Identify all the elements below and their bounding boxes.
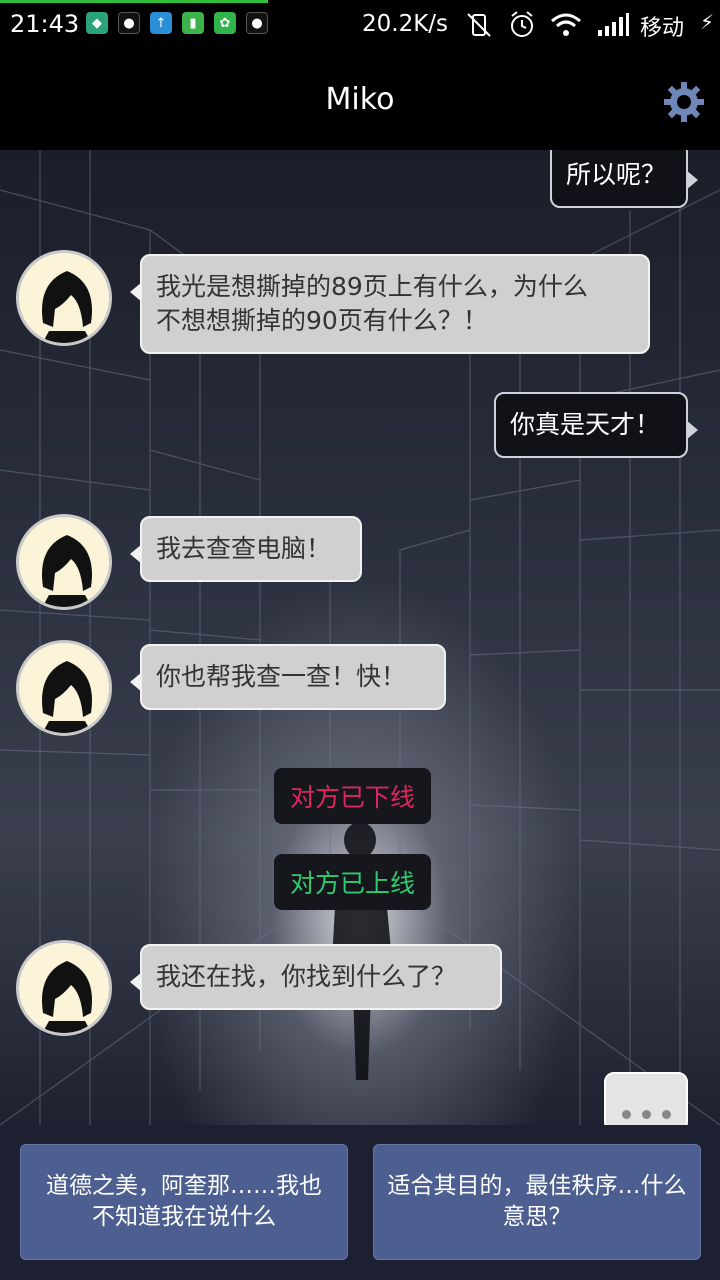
reply-choice-button-1[interactable]: 道德之美，阿奎那……我也 不知道我在说什么 [20,1144,348,1260]
vibrate-off-icon [467,13,491,37]
alarm-icon [511,11,533,37]
typing-dot [622,1110,631,1119]
settings-gear-icon[interactable] [662,80,706,124]
sent-message: 所以呢？ [550,150,698,208]
choice-label-line2: 意思？ [502,1204,572,1230]
choice-label-line2: 不知道我在说什么 [92,1204,276,1230]
message-text: 我还在找，你找到什么了？ [156,962,457,991]
wifi-icon [551,13,581,36]
battery-app-icon: ▮ [182,12,204,34]
title-bar: Miko [0,52,720,150]
received-message: 你也帮我查一查！快！ [130,644,446,710]
typing-dot [642,1110,651,1119]
carrier-name: 移动 [640,16,685,41]
status-online-notice: 对方已上线 [274,854,432,910]
received-message: 我光是想撕掉的89页上有什么，为什么 不想想撕掉的90页有什么？！ [130,254,650,354]
signal-icon [598,13,629,36]
system-message-text: 对方已下线 [290,783,416,812]
sent-message: 你真是天才！ [494,392,698,458]
chat-area[interactable]: 所以呢？ 我光是想撕掉的89页上有什么，为什么 不想想撕掉的90页有什么？！ 你… [0,150,720,1125]
typing-dot [662,1110,671,1119]
system-icons [464,10,630,40]
typing-indicator [604,1072,688,1125]
avatar[interactable] [16,940,112,1036]
upload-icon: ↑ [150,12,172,34]
received-message: 我还在找，你找到什么了？ [130,944,502,1010]
system-message-text: 对方已上线 [290,869,416,898]
status-time: 21:43 [10,10,80,38]
wechat-icon: ✿ [214,12,236,34]
reply-choices-panel: 道德之美，阿奎那……我也 不知道我在说什么 适合其目的，最佳秩序…什么 意思？ [0,1125,720,1280]
avatar[interactable] [16,514,112,610]
avatar[interactable] [16,250,112,346]
qq-icon: ● [246,12,268,34]
avatar[interactable] [16,640,112,736]
choice-label-line1: 道德之美，阿奎那……我也 [46,1173,322,1199]
message-text: 所以呢？ [566,160,667,189]
choice-label-line1: 适合其目的，最佳秩序…什么 [387,1173,687,1199]
message-text-line1: 我光是想撕掉的89页上有什么，为什么 [156,272,588,301]
message-text: 我去查查电脑！ [156,534,332,563]
shield-icon: ◆ [86,12,108,34]
notification-icons: ◆ ● ↑ ▮ ✿ ● [86,12,268,34]
status-bar: 21:43 ◆ ● ↑ ▮ ✿ ● 20.2K/s 移动 ⚡ [0,0,720,52]
message-text: 你真是天才！ [510,410,661,439]
charging-icon: ⚡ [700,10,715,34]
load-progress-line [0,0,268,3]
reply-choice-button-2[interactable]: 适合其目的，最佳秩序…什么 意思？ [373,1144,701,1260]
net-speed: 20.2K/s [362,11,449,37]
message-text-line2: 不想想撕掉的90页有什么？！ [156,306,488,335]
qq-icon: ● [118,12,140,34]
page-title: Miko [325,82,395,117]
received-message: 我去查查电脑！ [130,516,362,582]
status-offline-notice: 对方已下线 [274,768,432,824]
message-text: 你也帮我查一查！快！ [156,662,407,691]
